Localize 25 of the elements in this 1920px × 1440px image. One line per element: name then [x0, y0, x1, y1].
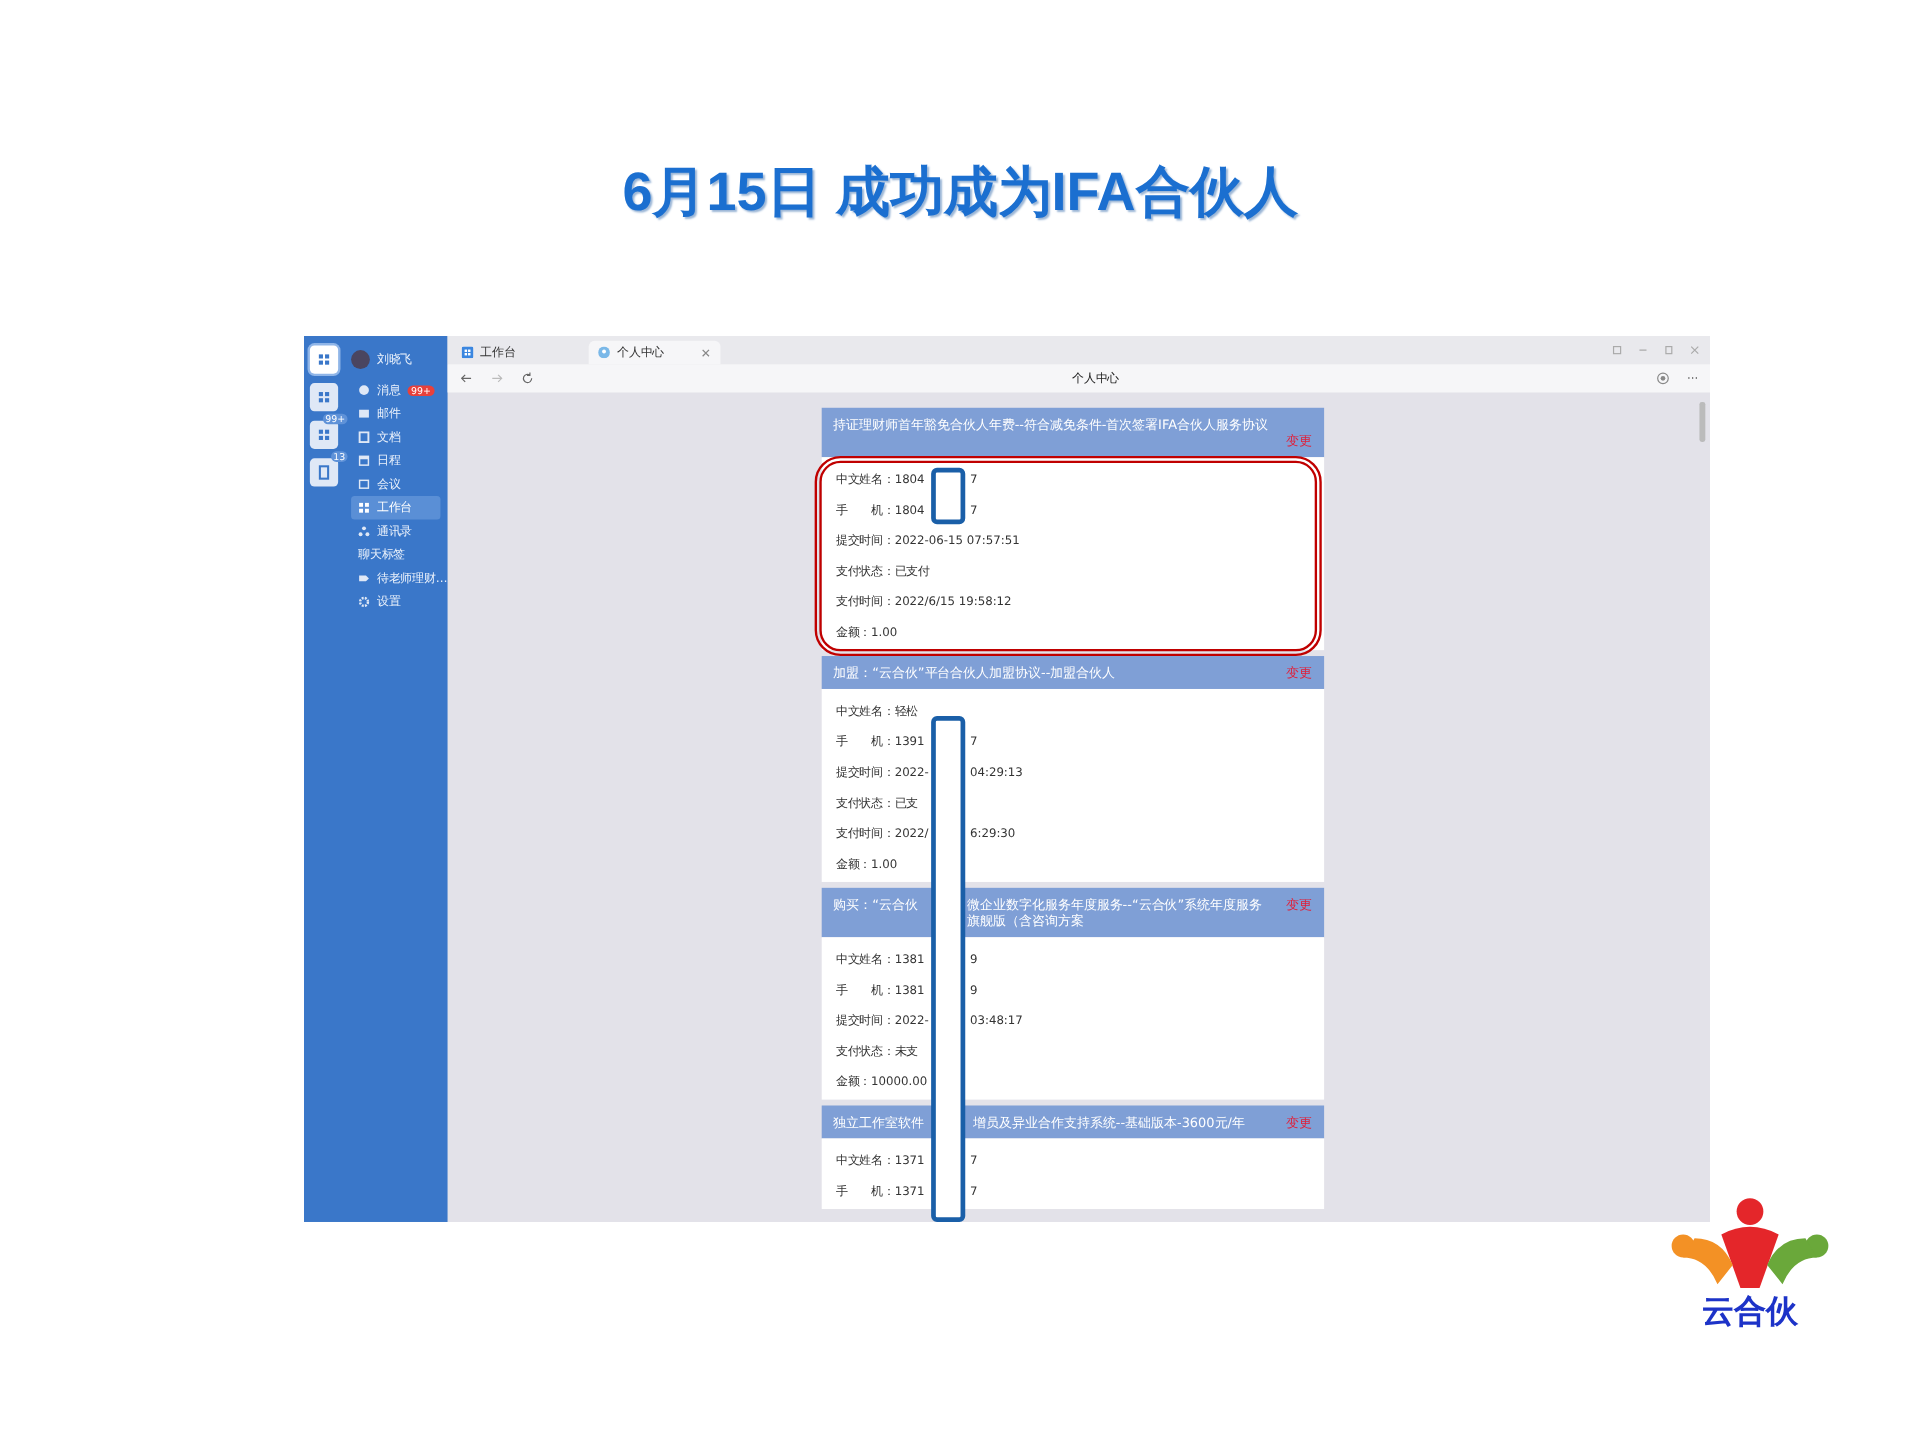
grid-icon	[461, 346, 474, 359]
mail-icon	[358, 407, 370, 420]
grid-icon	[315, 388, 333, 406]
rail-button[interactable]	[309, 383, 339, 412]
grid-icon	[315, 351, 333, 368]
target-icon[interactable]	[1656, 371, 1671, 386]
scrollbar[interactable]	[1699, 401, 1706, 442]
grid-icon	[315, 426, 333, 444]
document-icon	[315, 464, 333, 481]
rail-button[interactable]	[309, 345, 339, 374]
calendar-icon	[358, 454, 370, 467]
redaction-box	[931, 467, 966, 525]
grid-icon	[358, 501, 370, 514]
avatar-icon[interactable]	[351, 350, 370, 369]
chat-icon	[358, 384, 370, 396]
document-icon	[358, 431, 370, 444]
contacts-icon	[358, 525, 370, 538]
logo-text: 云合伙	[1702, 1292, 1798, 1334]
settings-icon	[358, 596, 370, 608]
rail-button[interactable]	[309, 458, 339, 487]
meeting-icon	[358, 478, 370, 491]
slide-title: 6月15日 成功成为IFA合伙人	[622, 160, 1298, 226]
rail-button[interactable]	[309, 420, 339, 449]
tag-icon	[358, 572, 370, 585]
user-icon	[598, 346, 610, 359]
